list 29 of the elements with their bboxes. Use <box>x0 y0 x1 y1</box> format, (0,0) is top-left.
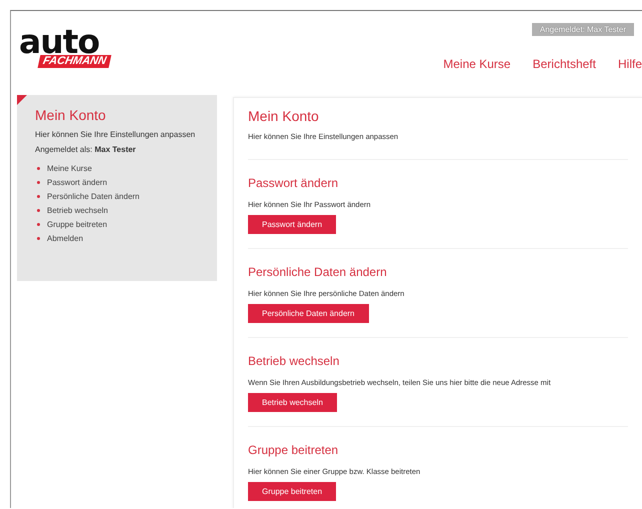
bullet-icon <box>37 180 40 184</box>
nav-link[interactable]: Berichtsheft <box>532 57 596 71</box>
sidebar-link[interactable]: Passwort ändern <box>47 178 108 187</box>
page-title: Mein Konto <box>248 108 320 124</box>
action-button[interactable]: Gruppe beitreten <box>248 482 336 501</box>
logo[interactable]: auto FACHMANN <box>19 29 110 68</box>
section-heading: Betrieb wechseln <box>248 354 340 368</box>
bullet-icon <box>37 208 40 212</box>
sidebar-link[interactable]: Abmelden <box>47 234 84 243</box>
bullet-icon <box>37 194 40 198</box>
action-button[interactable]: Betrieb wechseln <box>248 393 337 412</box>
nav-link[interactable]: Meine Kurse <box>443 57 511 71</box>
sidebar-title: Mein Konto <box>35 107 107 123</box>
sidebar-intro-text: Hier können Sie Ihre Einstellungen anpassen <box>35 129 196 140</box>
nav-link[interactable]: Hilfe <box>618 57 642 71</box>
action-button[interactable]: Passwort ändern <box>248 215 336 234</box>
login-info-text: Angemeldet als: Max Tester <box>35 144 137 156</box>
sidebar-link[interactable]: Persönliche Daten ändern <box>47 192 140 201</box>
bullet-icon <box>37 166 40 170</box>
section-heading: Persönliche Daten ändern <box>248 265 388 279</box>
bullet-icon <box>37 236 40 240</box>
bullet-icon <box>37 222 40 226</box>
sidebar-link[interactable]: Meine Kurse <box>47 164 92 173</box>
corner-icon <box>17 95 27 105</box>
sidebar-link[interactable]: Betrieb wechseln <box>47 206 108 215</box>
section-heading: Passwort ändern <box>248 176 340 190</box>
action-button[interactable]: Persönliche Daten ändern <box>248 304 369 323</box>
section-heading: Gruppe beitreten <box>248 443 340 457</box>
sidebar-link[interactable]: Gruppe beitreten <box>47 220 108 229</box>
